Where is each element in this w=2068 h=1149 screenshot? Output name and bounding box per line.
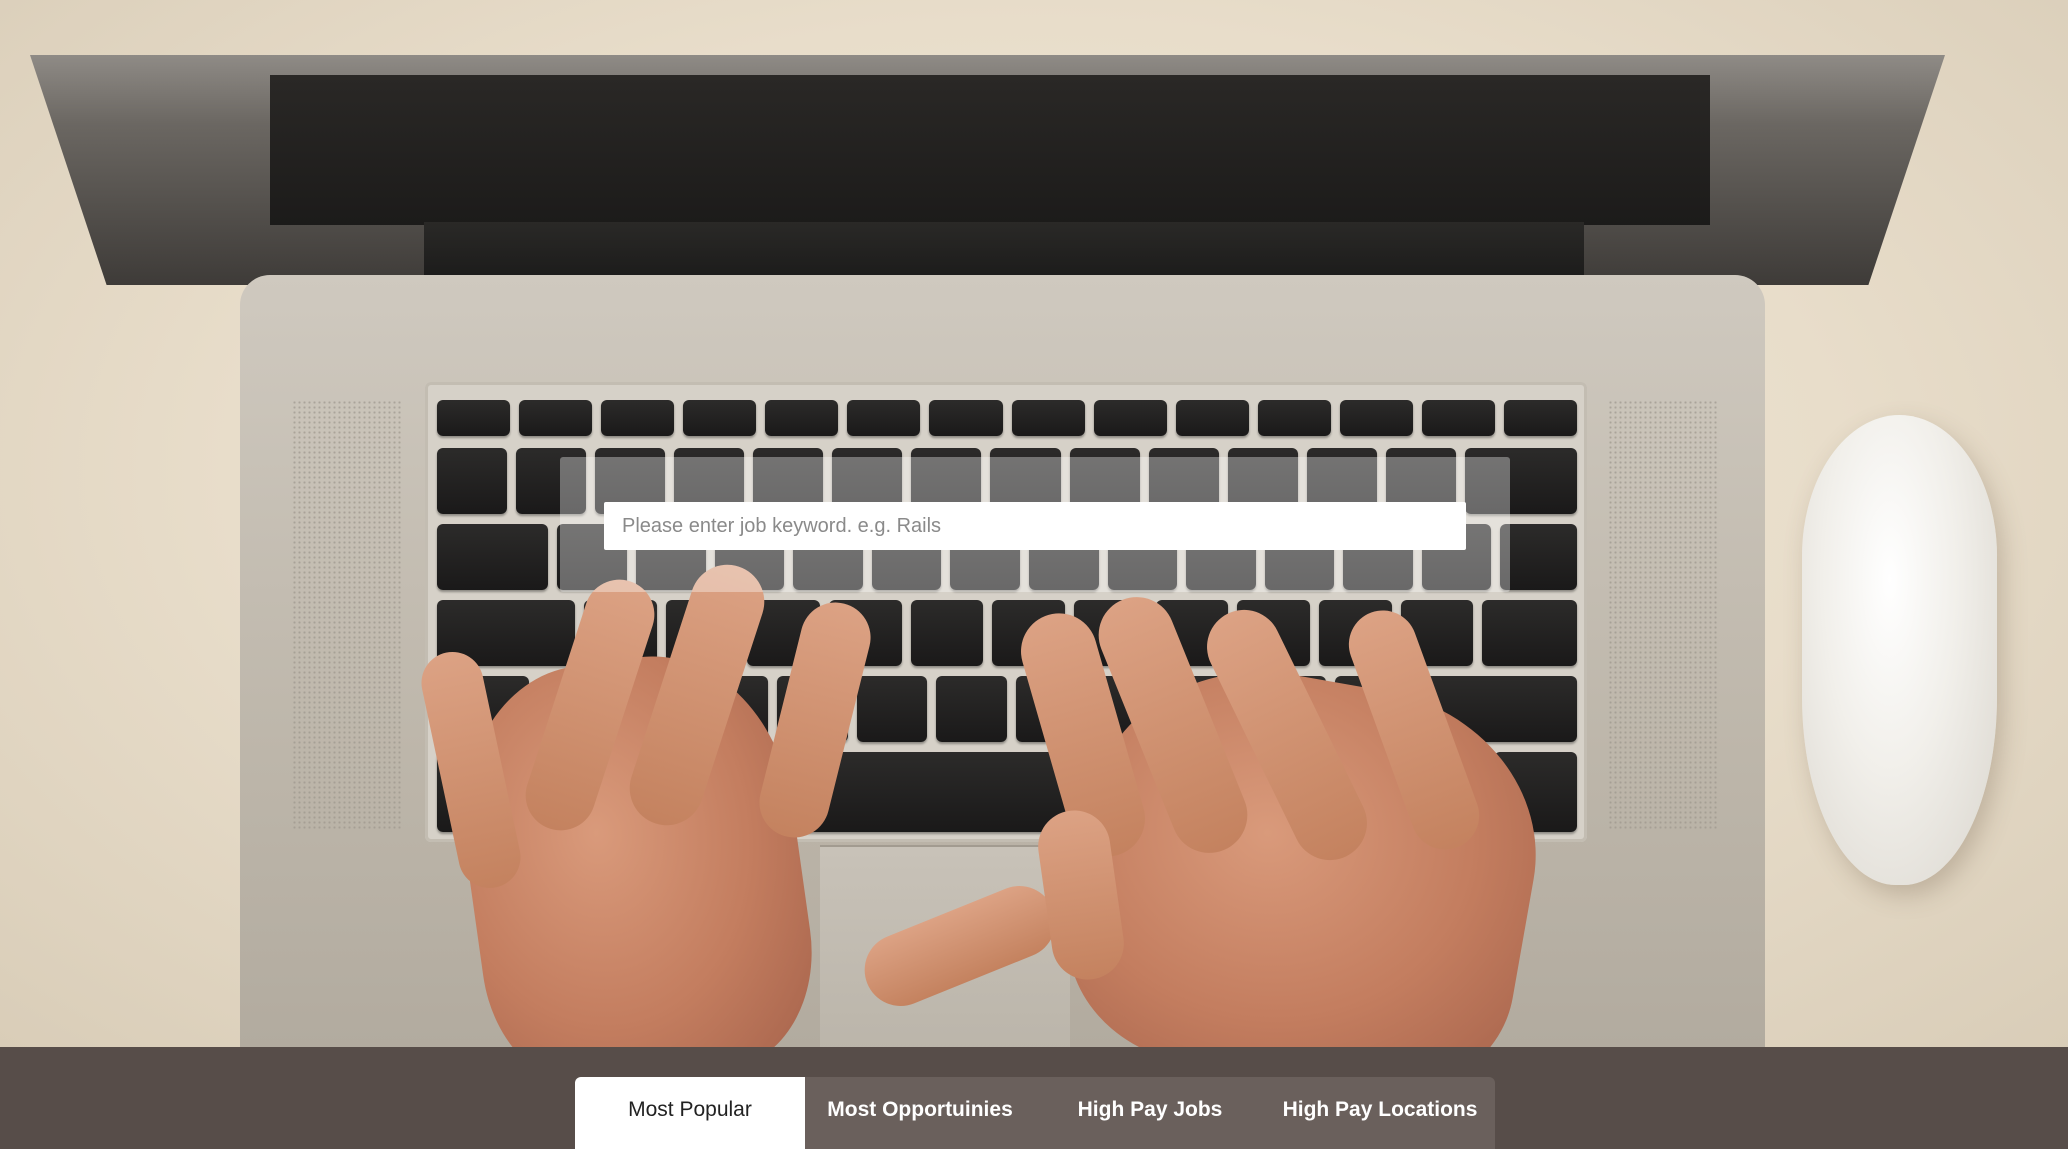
tab-high-pay-locations[interactable]: High Pay Locations (1265, 1077, 1495, 1149)
magic-mouse (1802, 415, 1997, 885)
laptop-screen-inner (270, 75, 1710, 225)
category-tabs: Most Popular Most Opportuinies High Pay … (575, 1077, 1495, 1149)
keyboard-function-row (437, 400, 1578, 436)
job-keyword-search-input[interactable] (604, 502, 1466, 550)
speaker-grille-left (292, 400, 402, 830)
tab-high-pay-jobs[interactable]: High Pay Jobs (1035, 1077, 1265, 1149)
tab-most-opportunities[interactable]: Most Opportuinies (805, 1077, 1035, 1149)
tab-most-popular[interactable]: Most Popular (575, 1077, 805, 1149)
speaker-grille-right (1608, 400, 1718, 830)
